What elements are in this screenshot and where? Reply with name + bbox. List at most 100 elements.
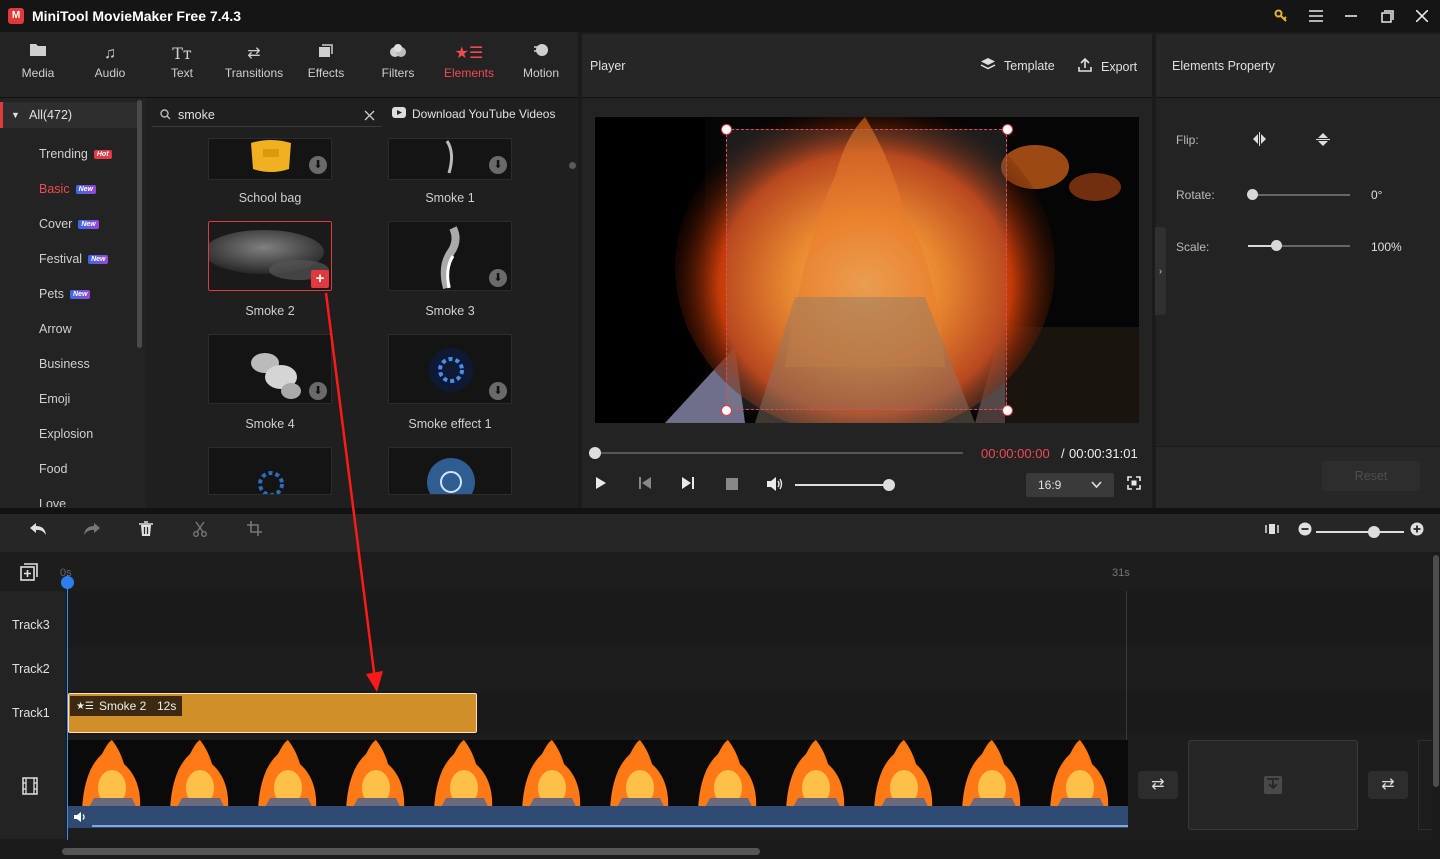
- add-track-icon[interactable]: [20, 563, 38, 584]
- sidebar-scrollbar[interactable]: [137, 100, 142, 348]
- delete-icon[interactable]: [135, 521, 157, 543]
- element-thumb[interactable]: [388, 447, 512, 495]
- category-food[interactable]: Food: [39, 462, 68, 476]
- total-time: 00:00:31:01: [1069, 446, 1138, 461]
- fullscreen-icon[interactable]: [1124, 476, 1144, 496]
- chevron-right-icon: ›: [1159, 266, 1162, 276]
- download-icon[interactable]: ⬇: [489, 382, 507, 400]
- text-icon: Tт: [172, 44, 192, 63]
- volume-knob[interactable]: [883, 479, 895, 491]
- category-cover[interactable]: Cover New: [39, 217, 99, 231]
- thumb-label: Smoke 2: [245, 304, 295, 318]
- download-icon[interactable]: ⬇: [309, 156, 327, 174]
- seek-bar[interactable]: [590, 452, 963, 454]
- clear-search-icon[interactable]: [364, 110, 375, 124]
- reset-button[interactable]: Reset: [1322, 461, 1420, 491]
- category-trending[interactable]: Trending Hot: [39, 147, 112, 161]
- category-business[interactable]: Business: [39, 357, 90, 371]
- timeline-horizontal-scrollbar[interactable]: [62, 848, 760, 855]
- volume-slider[interactable]: [795, 484, 889, 486]
- tab-media[interactable]: Media: [2, 42, 74, 94]
- category-arrow[interactable]: Arrow: [39, 322, 72, 336]
- play-icon[interactable]: [591, 476, 611, 496]
- youtube-icon: [392, 107, 406, 121]
- aspect-ratio-select[interactable]: 16:9: [1026, 473, 1114, 497]
- track-label: Track2: [12, 662, 50, 676]
- tab-elements[interactable]: ★☰ Elements: [433, 42, 505, 94]
- element-selection-box[interactable]: [726, 129, 1007, 410]
- rotate-slider[interactable]: [1248, 194, 1350, 196]
- category-festival[interactable]: Festival New: [39, 252, 109, 266]
- scissors-icon[interactable]: [189, 521, 211, 543]
- collapse-panel-button[interactable]: ›: [1155, 227, 1166, 315]
- category-pets[interactable]: Pets New: [39, 287, 91, 301]
- key-icon[interactable]: [1268, 4, 1294, 28]
- timeline-vertical-scrollbar[interactable]: [1433, 555, 1439, 787]
- download-icon[interactable]: ⬇: [309, 382, 327, 400]
- next-frame-icon[interactable]: [678, 476, 698, 496]
- previous-frame-icon[interactable]: [635, 476, 655, 496]
- volume-icon[interactable]: [765, 476, 785, 496]
- download-box-icon: [1263, 775, 1283, 798]
- download-icon[interactable]: ⬇: [489, 156, 507, 174]
- scale-knob[interactable]: [1271, 240, 1282, 251]
- maximize-icon[interactable]: [1374, 4, 1400, 28]
- scale-value: 100%: [1371, 240, 1402, 254]
- playhead-knob[interactable]: [61, 576, 74, 589]
- tab-text[interactable]: Tт Text: [146, 42, 218, 94]
- stop-icon[interactable]: [722, 476, 742, 496]
- track-row-2[interactable]: [66, 647, 1432, 691]
- scale-slider[interactable]: [1248, 245, 1350, 247]
- playhead-line[interactable]: [67, 575, 68, 840]
- undo-icon[interactable]: [27, 521, 49, 543]
- redo-icon[interactable]: [81, 521, 103, 543]
- timeline-ruler[interactable]: [0, 553, 1432, 591]
- menu-icon[interactable]: [1303, 4, 1329, 28]
- flip-horizontal-icon[interactable]: [1252, 132, 1267, 149]
- new-badge: New: [70, 289, 91, 299]
- add-element-button[interactable]: +: [311, 270, 329, 288]
- search-value: smoke: [178, 108, 215, 122]
- resize-handle[interactable]: [721, 405, 732, 416]
- transition-slot-button[interactable]: ⇄: [1138, 771, 1178, 799]
- rotate-value: 0°: [1371, 188, 1383, 202]
- download-youtube-link[interactable]: Download YouTube Videos: [392, 107, 555, 121]
- tab-effects[interactable]: Effects: [290, 42, 362, 94]
- rotate-label: Rotate:: [1176, 188, 1215, 202]
- new-badge: New: [88, 254, 109, 264]
- crop-icon[interactable]: [243, 521, 265, 543]
- tab-motion[interactable]: Motion: [505, 42, 577, 94]
- rotate-knob[interactable]: [1247, 189, 1258, 200]
- tab-filters[interactable]: Filters: [362, 42, 434, 94]
- swap-icon: ⇄: [1381, 776, 1395, 793]
- resize-handle[interactable]: [721, 124, 732, 135]
- fit-to-timeline-icon[interactable]: [1261, 521, 1283, 543]
- zoom-in-icon[interactable]: [1406, 521, 1428, 543]
- zoom-slider[interactable]: [1316, 531, 1404, 533]
- resize-handle[interactable]: [1002, 405, 1013, 416]
- speaker-icon[interactable]: [73, 811, 87, 826]
- track-spacer: [66, 591, 1432, 603]
- zoom-out-icon[interactable]: [1294, 521, 1316, 543]
- hot-badge: Hot: [93, 149, 112, 159]
- transition-slot-button[interactable]: ⇄: [1368, 771, 1408, 799]
- element-thumb[interactable]: [208, 447, 332, 495]
- track-row-3[interactable]: [66, 603, 1432, 647]
- download-icon[interactable]: ⬇: [489, 269, 507, 287]
- zoom-knob[interactable]: [1368, 526, 1380, 538]
- export-button[interactable]: Export: [1077, 57, 1137, 76]
- template-button[interactable]: Template: [980, 57, 1055, 74]
- minimize-icon[interactable]: [1338, 4, 1364, 28]
- category-basic[interactable]: Basic New: [39, 182, 96, 196]
- category-love[interactable]: Love: [39, 497, 66, 507]
- category-explosion[interactable]: Explosion: [39, 427, 93, 441]
- tab-audio[interactable]: ♫ Audio: [74, 42, 146, 94]
- tab-transitions[interactable]: ⇄ Transitions: [218, 42, 290, 94]
- grid-scrollbar[interactable]: [569, 162, 576, 169]
- seek-knob[interactable]: [589, 447, 601, 459]
- flip-vertical-icon[interactable]: [1316, 132, 1330, 150]
- resize-handle[interactable]: [1002, 124, 1013, 135]
- close-icon[interactable]: [1409, 4, 1435, 28]
- window-title: MiniTool MovieMaker Free 7.4.3: [32, 8, 242, 24]
- category-emoji[interactable]: Emoji: [39, 392, 70, 406]
